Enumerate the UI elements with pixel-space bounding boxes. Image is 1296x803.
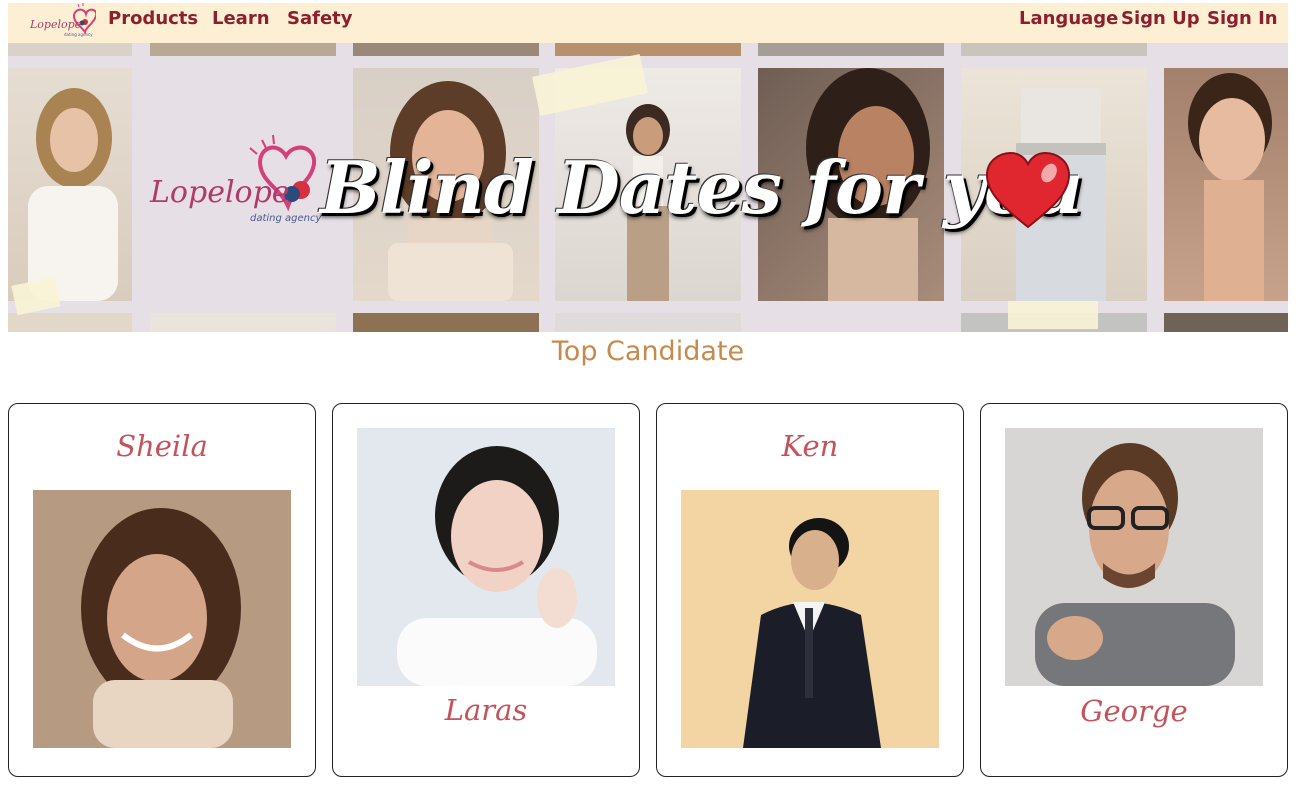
heart-icon: [985, 151, 1071, 229]
nav-signup-link[interactable]: Sign Up: [1121, 6, 1200, 32]
photo-strip: [8, 313, 132, 332]
candidate-photo: [357, 428, 615, 686]
hero-logo: Lopelope dating agency: [149, 134, 323, 224]
nav-safety-link[interactable]: Safety: [287, 6, 353, 32]
svg-text:Lopelope: Lopelope: [29, 18, 82, 31]
photo-strip: [758, 43, 944, 56]
section-title: Top Candidate: [551, 336, 745, 367]
svg-text:dating agency: dating agency: [64, 32, 93, 37]
nav-signin-link[interactable]: Sign In: [1207, 6, 1278, 32]
svg-text:dating agency: dating agency: [250, 213, 323, 224]
candidate-name: Ken: [781, 429, 839, 463]
photo-strip: [961, 43, 1147, 56]
nav-logo[interactable]: Lopelope dating agency: [28, 3, 96, 43]
candidate-card-george[interactable]: George: [980, 403, 1288, 777]
photo-strip: [353, 313, 539, 332]
candidate-photo: [1005, 428, 1263, 686]
candidate-card-laras[interactable]: Laras: [332, 403, 640, 777]
photo-strip: [8, 43, 132, 56]
nav-learn-link[interactable]: Learn: [212, 6, 270, 32]
top-navbar: Lopelope dating agency Products Learn Sa…: [8, 3, 1288, 43]
photo-strip: [150, 313, 336, 332]
hero-title: Blind Dates for you: [320, 145, 1083, 230]
nav-language-link[interactable]: Language: [1019, 6, 1118, 32]
candidate-name: George: [1080, 694, 1188, 728]
hero-photo: [8, 68, 132, 301]
candidate-name: Laras: [444, 693, 528, 727]
candidate-card-ken[interactable]: Ken: [656, 403, 964, 777]
photo-strip: [353, 43, 539, 56]
hero-photo: [1164, 68, 1288, 301]
candidate-photo: [681, 490, 939, 748]
nav-products-link[interactable]: Products: [108, 6, 198, 32]
photo-strip: [150, 43, 336, 56]
hero-banner: Lopelope dating agency Blind Dates for y…: [8, 43, 1288, 332]
candidate-card-sheila[interactable]: Sheila: [8, 403, 316, 777]
candidate-photo: [33, 490, 291, 748]
photo-strip: [1164, 313, 1288, 332]
photo-strip: [555, 43, 741, 56]
photo-strip: [555, 313, 741, 332]
tape-decoration: [1008, 301, 1098, 329]
candidate-name: Sheila: [116, 429, 208, 463]
svg-text:Lopelope: Lopelope: [149, 175, 290, 210]
